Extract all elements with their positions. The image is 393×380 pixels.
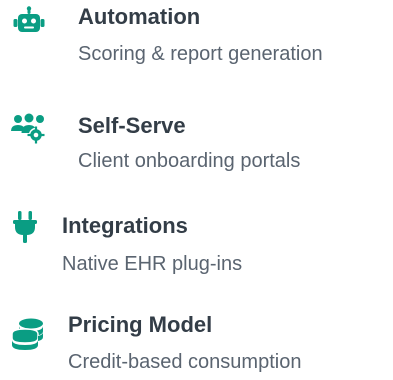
feature-title: Self-Serve <box>78 113 186 138</box>
feature-title: Automation <box>78 4 201 29</box>
feature-subtitle: Native EHR plug-ins <box>62 253 243 275</box>
robot-icon <box>12 5 46 39</box>
feature-subtitle: Scoring & report generation <box>78 43 323 65</box>
plug-icon <box>12 210 38 244</box>
feature-title: Pricing Model <box>68 312 213 337</box>
feature-subtitle: Credit-based consumption <box>68 351 302 373</box>
feature-integrations: Integrations Native EHR plug-ins <box>0 200 393 280</box>
feature-subtitle: Client onboarding portals <box>78 150 301 172</box>
users-gear-icon <box>10 112 48 144</box>
feature-title: Integrations <box>62 213 188 238</box>
coins-icon <box>10 316 46 354</box>
feature-automation: Automation Scoring & report generation <box>0 0 393 80</box>
feature-pricing-model: Pricing Model Credit-based consumption <box>0 298 393 378</box>
feature-self-serve: Self-Serve Client onboarding portals <box>0 108 393 188</box>
